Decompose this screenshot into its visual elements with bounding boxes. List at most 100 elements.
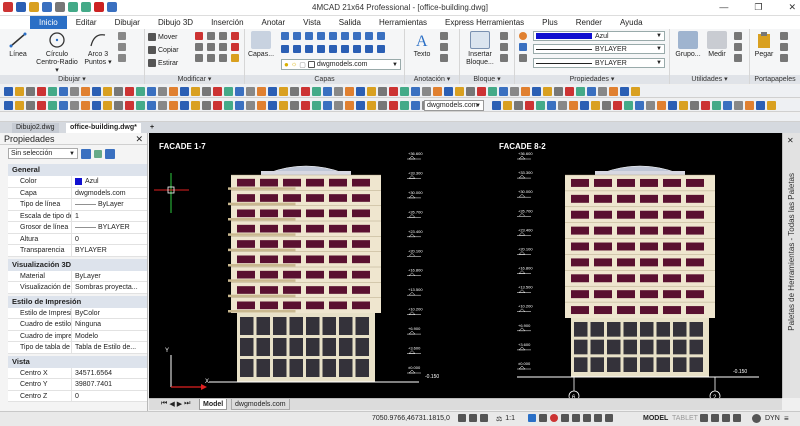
copy-icon[interactable] [235, 101, 244, 110]
layer-lock-icon[interactable] [341, 32, 349, 40]
help-icon[interactable] [202, 87, 211, 96]
snap-tangent-icon[interactable] [723, 101, 732, 110]
snap-midpoint-icon[interactable] [503, 101, 512, 110]
select-objects-icon[interactable] [94, 149, 102, 158]
redo-icon[interactable] [466, 87, 475, 96]
mirror-icon[interactable] [207, 32, 215, 40]
snap-midpoint-icon[interactable] [657, 101, 666, 110]
insert-block-button[interactable]: Insertar Bloque... [463, 31, 497, 67]
prop-value[interactable]: BYLAYER [72, 245, 147, 256]
properties-icon[interactable] [521, 87, 530, 96]
dimension-icon[interactable] [440, 32, 448, 40]
scale-control[interactable]: ⚖ 1:1 [496, 415, 515, 423]
lock-icon[interactable] [711, 414, 719, 422]
layer-merge-icon[interactable] [377, 32, 385, 40]
cut-icon[interactable] [411, 87, 420, 96]
layer-icon[interactable] [213, 87, 222, 96]
prop-value[interactable]: ByColor [72, 308, 147, 319]
otrack-icon[interactable] [550, 414, 558, 422]
prop-row[interactable]: Estilo de ImpresiónByColor [8, 307, 147, 319]
dyn-toggle[interactable]: DYN [765, 415, 780, 422]
arc-button[interactable]: Arco 3 Puntos ▾ [82, 31, 114, 67]
tab-render[interactable]: Render [567, 16, 611, 29]
prop-row[interactable]: Tipo de línea ——— ByLayer [8, 199, 147, 211]
open-icon[interactable] [367, 87, 376, 96]
polar-icon[interactable] [528, 414, 536, 422]
layer-unisolate-icon[interactable] [293, 45, 301, 53]
doc-tab-dibujo2[interactable]: Dibujo2.dwg [12, 123, 59, 133]
join-icon[interactable] [136, 101, 145, 110]
copy-clip-icon[interactable] [780, 43, 788, 51]
prop-row[interactable]: Visualización de s...Sombras proyecta... [8, 282, 147, 294]
prop-value[interactable]: 0 [72, 391, 147, 402]
spline-icon[interactable] [620, 87, 629, 96]
print-icon[interactable] [37, 87, 46, 96]
copy-base-icon[interactable] [780, 54, 788, 62]
group-button[interactable]: Grupo... [673, 31, 703, 59]
chamfer-icon[interactable] [147, 101, 156, 110]
break-icon[interactable] [125, 101, 134, 110]
trim-icon[interactable] [103, 101, 112, 110]
panel-title-modificar[interactable]: Modificar ▾ [145, 75, 244, 84]
rectangle-icon[interactable] [118, 32, 126, 40]
prop-value[interactable]: 1 [72, 211, 147, 222]
properties-icon[interactable] [169, 87, 178, 96]
prev-layout-icon[interactable]: ◀ [169, 400, 174, 408]
snap-perpendicular-icon[interactable] [712, 101, 721, 110]
erase-icon[interactable] [4, 101, 13, 110]
lineweight-icon[interactable] [519, 54, 527, 62]
prop-row[interactable]: Centro X 34571.6564 [8, 367, 147, 379]
join-icon[interactable] [356, 101, 365, 110]
layer-delete-icon[interactable] [353, 45, 361, 53]
match-icon[interactable] [92, 87, 101, 96]
explode-icon[interactable] [219, 54, 227, 62]
pan-icon[interactable] [477, 87, 486, 96]
prop-row[interactable]: Centro Z0 [8, 390, 147, 402]
chamfer-icon[interactable] [207, 54, 215, 62]
lwt-icon[interactable] [561, 414, 569, 422]
match-icon[interactable] [444, 87, 453, 96]
cut-icon[interactable] [780, 32, 788, 40]
design-center-icon[interactable] [180, 87, 189, 96]
insert-icon[interactable] [323, 87, 332, 96]
layers-button[interactable]: Capas... [247, 31, 275, 59]
tab-dibujo-3d[interactable]: Dibujo 3D [149, 16, 202, 29]
select-all-icon[interactable] [734, 32, 742, 40]
layer-state-icon[interactable] [281, 32, 289, 40]
paste-icon[interactable] [433, 87, 442, 96]
region-icon[interactable] [301, 87, 310, 96]
fillet-icon[interactable] [195, 54, 203, 62]
arc-icon[interactable] [598, 87, 607, 96]
prop-value[interactable]: 39807.7401 [72, 379, 147, 390]
view-top-icon[interactable] [591, 101, 600, 110]
view-front-icon[interactable] [602, 101, 611, 110]
copy-icon[interactable] [15, 101, 24, 110]
polyline-icon[interactable] [235, 87, 244, 96]
snap-nearest-icon[interactable] [580, 101, 589, 110]
dim-linear-icon[interactable] [400, 101, 409, 110]
tab-anotar[interactable]: Anotar [253, 16, 295, 29]
ellipse-icon[interactable] [631, 87, 640, 96]
move-icon[interactable] [59, 101, 68, 110]
layer-change-icon[interactable] [341, 45, 349, 53]
zoom-window-icon[interactable] [147, 87, 156, 96]
move-button[interactable]: Mover [148, 32, 177, 42]
workspace-icon[interactable] [700, 414, 708, 422]
osnap-icon[interactable] [539, 414, 547, 422]
layer-match-icon[interactable] [353, 32, 361, 40]
last-layout-icon[interactable]: ⏭ [184, 400, 190, 408]
prop-value[interactable]: Sombras proyecta... [72, 282, 147, 293]
toggle-pickadd-icon[interactable] [81, 148, 91, 159]
drawing-canvas[interactable]: FACADE 1-7 FACADE 8-2 +36.600 +33.300 +30.… [149, 133, 782, 398]
first-layout-icon[interactable]: ⏮ [161, 400, 167, 408]
view-iso-icon[interactable] [767, 101, 776, 110]
undo-icon[interactable] [103, 87, 112, 96]
rotate-icon[interactable] [290, 101, 299, 110]
text-button[interactable]: A Texto [408, 31, 436, 59]
explode-icon[interactable] [169, 101, 178, 110]
prop-section-header[interactable]: Vista [8, 355, 147, 368]
trim-icon[interactable] [323, 101, 332, 110]
tab-ayuda[interactable]: Ayuda [611, 16, 652, 29]
shade-icon[interactable] [635, 101, 644, 110]
offset-icon[interactable] [219, 32, 227, 40]
